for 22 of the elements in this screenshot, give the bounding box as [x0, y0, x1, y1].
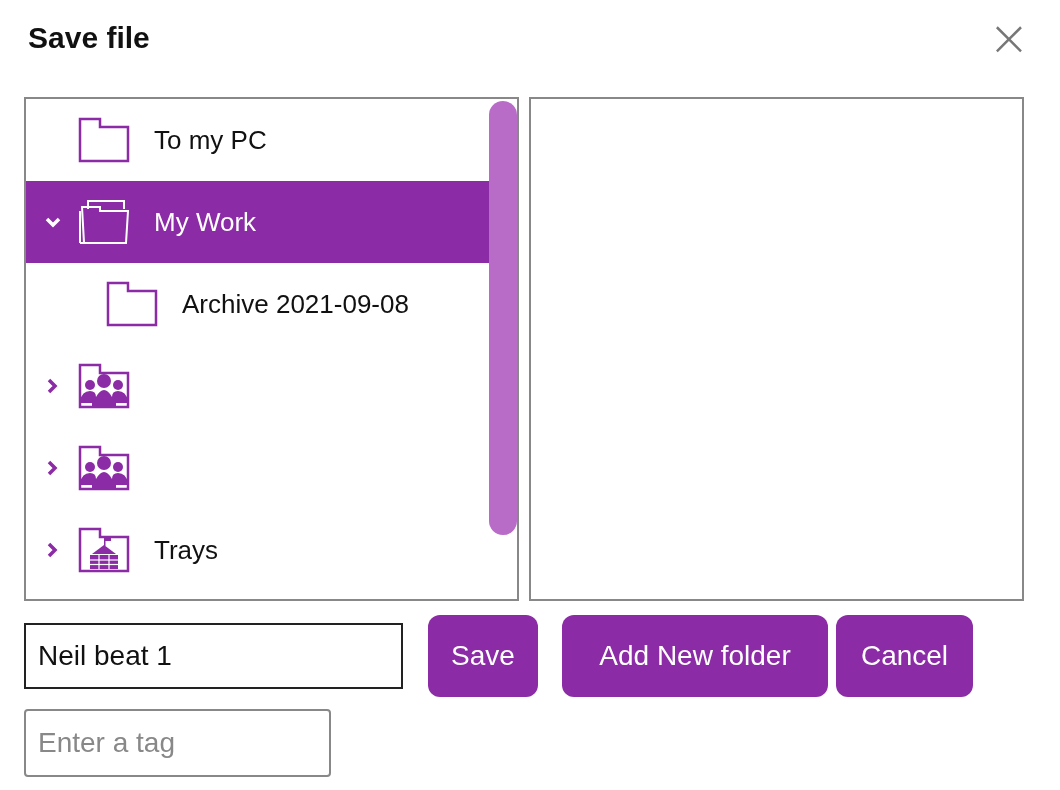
people-folder-icon [78, 363, 130, 409]
folder-icon [106, 281, 158, 327]
cancel-button[interactable]: Cancel [836, 615, 973, 697]
folder-label: My Work [154, 206, 257, 238]
save-button[interactable]: Save [428, 615, 538, 697]
tree-row[interactable]: Archive 2021-09-08 [26, 263, 489, 345]
tree-row[interactable]: Trays [26, 509, 489, 591]
selected-tree-row[interactable]: My Work [26, 181, 489, 263]
add-folder-button[interactable]: Add New folder [562, 615, 828, 697]
school-folder-icon [78, 527, 130, 573]
tree-row[interactable]: To my PC [26, 99, 489, 181]
folder-label: Archive 2021-09-08 [182, 288, 409, 320]
folder-icon [78, 117, 130, 163]
close-button[interactable]: × [988, 18, 1030, 58]
people-folder-icon [78, 445, 130, 491]
filename-field[interactable]: Neil beat 1 [24, 623, 403, 689]
scrollbar-thumb[interactable] [489, 101, 517, 535]
tag-field[interactable]: Enter a tag [24, 709, 331, 777]
folder-label: To my PC [154, 124, 267, 156]
folder-label: Trays [154, 534, 219, 566]
open-folder-icon [78, 199, 130, 245]
dialog-title: Save file [28, 21, 150, 55]
